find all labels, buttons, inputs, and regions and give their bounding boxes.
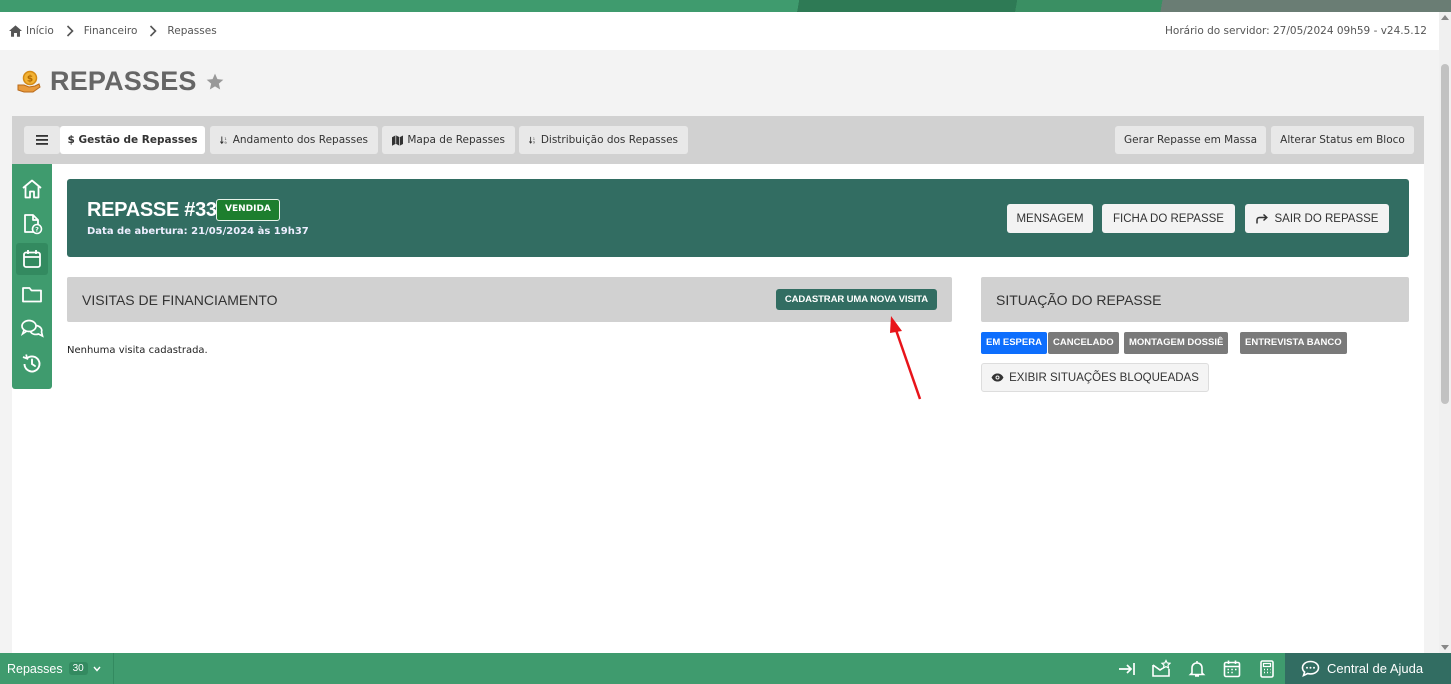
situacao-panel-header: SITUAÇÃO DO REPASSE bbox=[981, 277, 1409, 322]
star-favorite-icon[interactable] bbox=[205, 72, 225, 92]
arrow-to-right-icon[interactable] bbox=[1117, 659, 1137, 679]
status-badge: VENDIDA bbox=[216, 199, 280, 221]
folder-icon bbox=[22, 287, 42, 303]
mail-star-icon[interactable] bbox=[1151, 659, 1171, 679]
server-time: Horário do servidor: 27/05/2024 09h59 - … bbox=[1165, 25, 1427, 37]
alterar-status-bloco-button[interactable]: Alterar Status em Bloco bbox=[1271, 126, 1414, 154]
tab-label: Mapa de Repasses bbox=[407, 134, 505, 146]
cadastrar-visita-button[interactable]: CADASTRAR UMA NOVA VISITA bbox=[775, 289, 937, 310]
mensagem-button[interactable]: MENSAGEM bbox=[1007, 204, 1093, 233]
scrollbar-thumb[interactable] bbox=[1441, 64, 1449, 404]
tab-label: Distribuição dos Repasses bbox=[540, 134, 678, 146]
visitas-title: VISITAS DE FINANCIAMENTO bbox=[82, 292, 278, 308]
house-icon bbox=[22, 179, 42, 199]
chevron-down-icon bbox=[93, 666, 101, 672]
breadcrumb: Início Financeiro Repasses Horário do se… bbox=[0, 12, 1439, 50]
central-ajuda-button[interactable]: Central de Ajuda bbox=[1285, 653, 1451, 684]
button-label: FICHA DO REPASSE bbox=[1113, 212, 1224, 225]
status-tag-em-espera[interactable]: EM ESPERA bbox=[981, 332, 1047, 354]
sidenav-calendar[interactable] bbox=[16, 243, 48, 275]
gerar-repasse-massa-button[interactable]: Gerar Repasse em Massa bbox=[1115, 126, 1266, 154]
sair-repasse-button[interactable]: SAIR DO REPASSE bbox=[1245, 204, 1389, 233]
help-label: Central de Ajuda bbox=[1327, 661, 1424, 676]
breadcrumb-item-repasses[interactable]: Repasses bbox=[167, 25, 216, 37]
visitas-panel-header: VISITAS DE FINANCIAMENTO CADASTRAR UMA N… bbox=[67, 277, 952, 322]
sidenav-document-help[interactable]: ? bbox=[16, 208, 48, 240]
repasse-open-date: Data de abertura: 21/05/2024 às 19h37 bbox=[87, 226, 309, 237]
breadcrumb-item-inicio[interactable]: Início bbox=[26, 25, 54, 37]
history-icon bbox=[22, 354, 41, 373]
chevron-right-icon bbox=[66, 25, 74, 37]
side-navigation: ? bbox=[12, 164, 52, 389]
sidenav-folder[interactable] bbox=[16, 278, 48, 310]
page-title-block: $ REPASSES bbox=[16, 66, 225, 97]
button-label: SAIR DO REPASSE bbox=[1274, 212, 1379, 225]
tab-bar: $ Gestão de Repasses 19 Andamento dos Re… bbox=[12, 116, 1424, 164]
sort-numeric-icon: 19 bbox=[529, 136, 535, 144]
status-tag-montagem-dossie[interactable]: MONTAGEM DOSSIÊ bbox=[1124, 332, 1229, 354]
sort-numeric-icon: 19 bbox=[220, 136, 227, 145]
module-switcher[interactable]: Repasses 30 bbox=[0, 653, 114, 684]
top-accent-stripe bbox=[0, 0, 1451, 12]
scroll-up-arrow-icon[interactable] bbox=[1441, 15, 1449, 20]
calendar-icon bbox=[23, 250, 41, 268]
chat-bubbles-icon bbox=[20, 319, 44, 338]
chat-help-icon bbox=[1301, 660, 1320, 677]
button-label: Alterar Status em Bloco bbox=[1280, 134, 1405, 146]
tab-mapa-repasses[interactable]: Mapa de Repasses bbox=[382, 126, 515, 154]
main-card: $ Gestão de Repasses 19 Andamento dos Re… bbox=[12, 116, 1424, 653]
svg-text:?: ? bbox=[35, 226, 39, 234]
sidenav-home[interactable] bbox=[16, 173, 48, 205]
map-icon bbox=[392, 134, 404, 146]
status-tag-entrevista-banco[interactable]: ENTREVISTA BANCO bbox=[1240, 332, 1347, 354]
page-scrollbar[interactable] bbox=[1439, 12, 1451, 653]
tab-label: Andamento dos Repasses bbox=[232, 134, 368, 146]
calculator-icon[interactable] bbox=[1257, 659, 1277, 679]
tab-andamento-repasses[interactable]: 19 Andamento dos Repasses bbox=[210, 126, 378, 154]
menu-toggle-button[interactable] bbox=[24, 126, 60, 154]
sidenav-history[interactable] bbox=[16, 348, 48, 380]
hand-coin-icon: $ bbox=[17, 70, 41, 92]
button-label: EXIBIR SITUAÇÕES BLOQUEADAS bbox=[1009, 371, 1199, 384]
tab-label: $ Gestão de Repasses bbox=[67, 134, 198, 146]
button-label: Gerar Repasse em Massa bbox=[1123, 134, 1258, 146]
exibir-bloqueadas-button[interactable]: EXIBIR SITUAÇÕES BLOQUEADAS bbox=[981, 363, 1209, 392]
empty-visits-message: Nenhuma visita cadastrada. bbox=[67, 345, 208, 356]
repasse-title: REPASSE #339 bbox=[87, 199, 228, 221]
calendar-icon[interactable] bbox=[1222, 659, 1242, 679]
home-icon[interactable] bbox=[9, 25, 22, 37]
module-count: 30 bbox=[68, 662, 88, 675]
svg-text:$: $ bbox=[27, 74, 33, 84]
status-tag-cancelado[interactable]: CANCELADO bbox=[1048, 332, 1119, 354]
repasse-header: REPASSE #339 VENDIDA Data de abertura: 2… bbox=[67, 179, 1409, 257]
svg-text:9: 9 bbox=[224, 141, 227, 145]
button-label: MENSAGEM bbox=[1016, 212, 1084, 225]
hamburger-icon bbox=[36, 135, 48, 145]
tab-distribuicao-repasses[interactable]: 19 Distribuição dos Repasses bbox=[519, 126, 688, 154]
eye-icon bbox=[991, 373, 1004, 382]
page-title: REPASSES bbox=[50, 66, 197, 96]
scroll-down-arrow-icon[interactable] bbox=[1441, 645, 1449, 650]
share-arrow-icon bbox=[1255, 213, 1268, 223]
chevron-right-icon bbox=[150, 25, 158, 37]
bottom-bar: Repasses 30 Central de Ajuda bbox=[0, 653, 1451, 684]
document-question-icon: ? bbox=[24, 214, 43, 235]
ficha-repasse-button[interactable]: FICHA DO REPASSE bbox=[1102, 204, 1235, 233]
situacao-title: SITUAÇÃO DO REPASSE bbox=[996, 292, 1162, 308]
module-name: Repasses bbox=[7, 661, 63, 676]
breadcrumb-item-financeiro[interactable]: Financeiro bbox=[84, 25, 138, 37]
svg-text:9: 9 bbox=[533, 140, 535, 144]
sidenav-messages[interactable] bbox=[16, 313, 48, 345]
bell-icon[interactable] bbox=[1187, 659, 1207, 679]
tab-gestao-repasses[interactable]: $ Gestão de Repasses bbox=[60, 126, 205, 154]
